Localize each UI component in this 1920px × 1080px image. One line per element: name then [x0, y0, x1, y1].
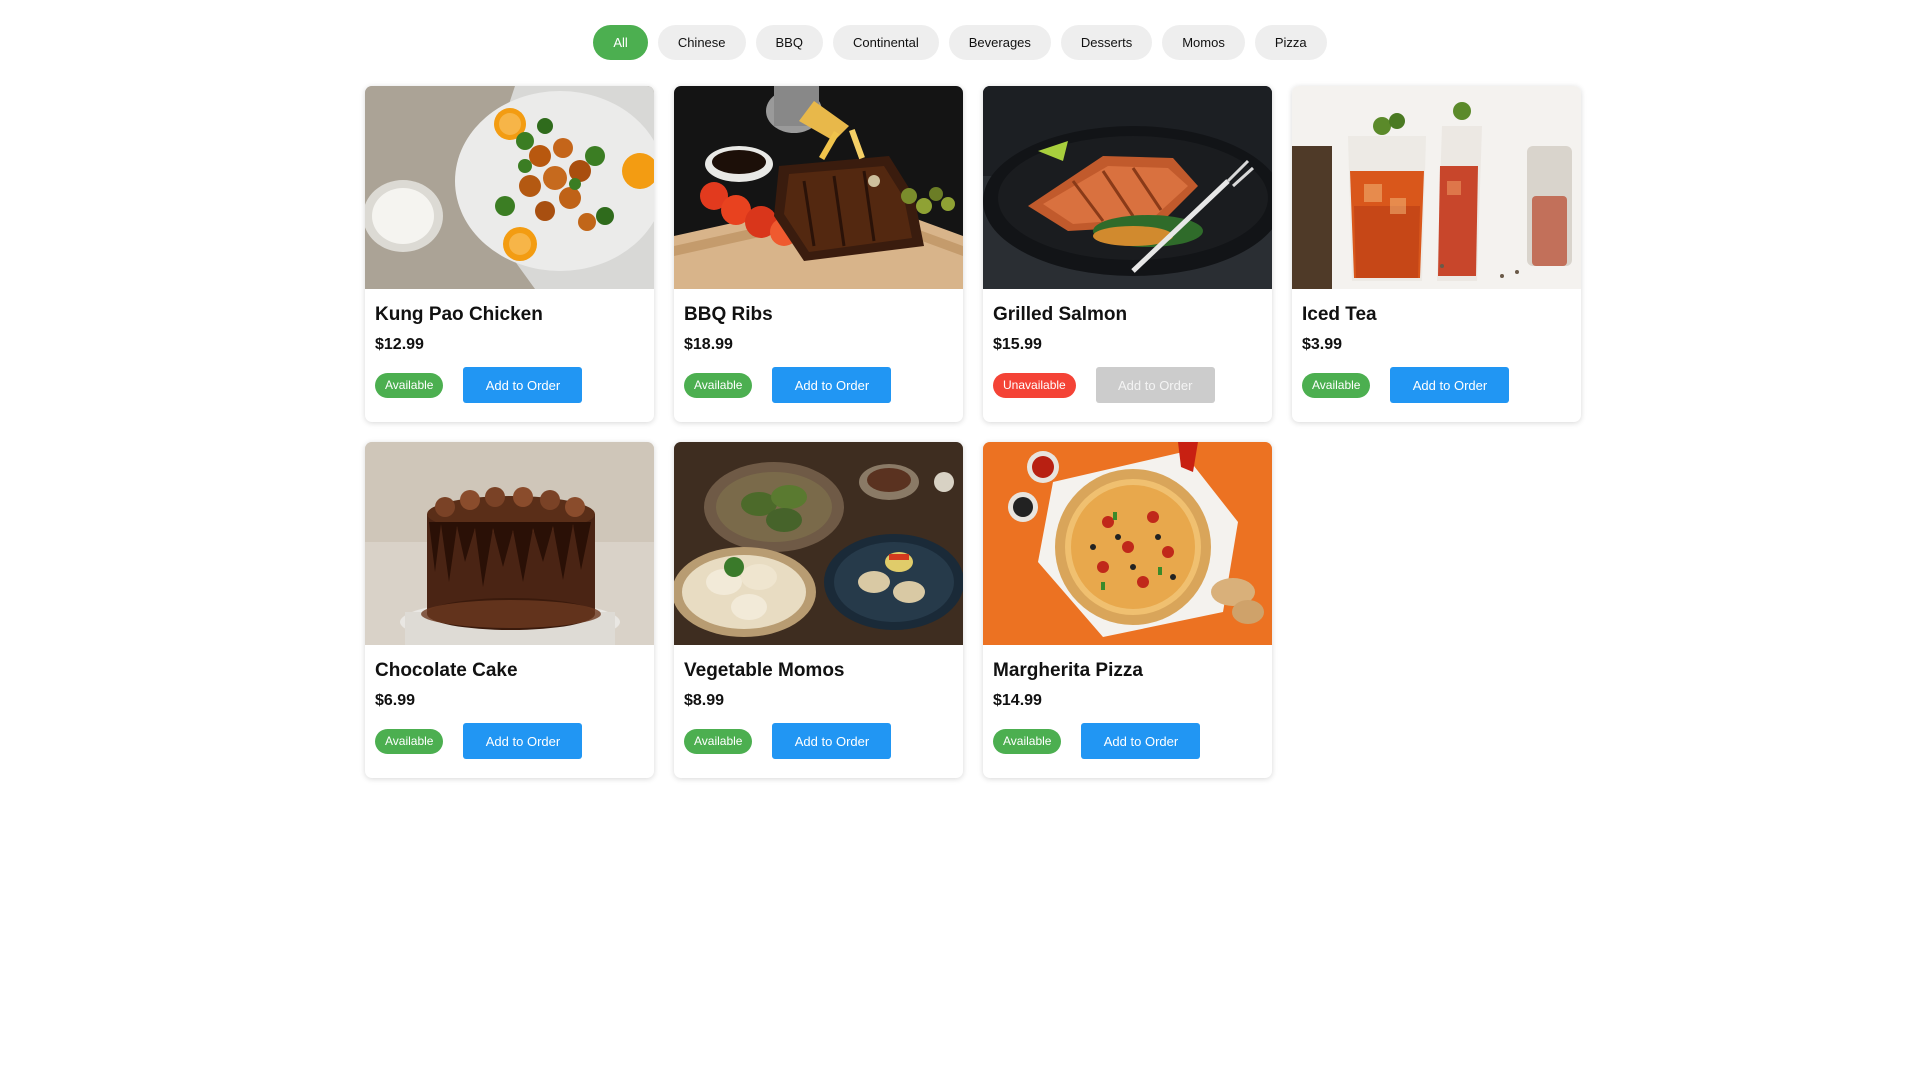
add-to-order-button[interactable]: Add to Order [1095, 367, 1215, 403]
filter-chip-momos[interactable]: Momos [1162, 25, 1245, 60]
chocolate-cake-photo [365, 442, 654, 645]
filter-chip-pizza[interactable]: Pizza [1254, 25, 1327, 60]
kung-pao-chicken-photo [365, 86, 654, 289]
menu-item-card: Chocolate Cake $6.99 Available Add to Or… [365, 442, 654, 778]
margherita-pizza-photo [983, 442, 1272, 645]
availability-badge: Unavailable [993, 372, 1076, 398]
filter-chip-chinese[interactable]: Chinese [657, 25, 746, 60]
category-filter-bar: All Chinese BBQ Continental Beverages De… [0, 25, 1920, 60]
filter-chip-desserts[interactable]: Desserts [1060, 25, 1153, 60]
card-actions: Available Add to Order [684, 367, 953, 403]
menu-grid: Kung Pao Chicken $12.99 Available Add to… [365, 86, 1581, 778]
filter-chip-beverages[interactable]: Beverages [948, 25, 1051, 60]
dish-name: BBQ Ribs [684, 304, 773, 325]
card-actions: Available Add to Order [375, 367, 644, 403]
menu-item-card: Vegetable Momos $8.99 Available Add to O… [674, 442, 963, 778]
dish-price: $12.99 [375, 336, 424, 353]
menu-item-card: Kung Pao Chicken $12.99 Available Add to… [365, 86, 654, 422]
menu-item-card: Iced Tea $3.99 Available Add to Order [1292, 86, 1581, 422]
dish-name: Grilled Salmon [993, 304, 1128, 325]
card-actions: Available Add to Order [993, 723, 1262, 759]
dish-name: Vegetable Momos [684, 660, 845, 681]
dish-price: $6.99 [375, 692, 416, 709]
add-to-order-button[interactable]: Add to Order [463, 723, 583, 759]
availability-badge: Available [1302, 372, 1371, 398]
availability-badge: Available [993, 728, 1062, 754]
dish-price: $3.99 [1302, 336, 1343, 353]
dish-name: Chocolate Cake [375, 660, 518, 681]
card-actions: Available Add to Order [375, 723, 644, 759]
bbq-ribs-photo [674, 86, 963, 289]
card-actions: Available Add to Order [684, 723, 953, 759]
dish-price: $15.99 [993, 336, 1042, 353]
iced-tea-photo [1292, 86, 1581, 289]
availability-badge: Available [684, 728, 753, 754]
add-to-order-button[interactable]: Add to Order [772, 723, 892, 759]
menu-page: All Chinese BBQ Continental Beverages De… [0, 0, 1920, 1080]
menu-item-card: Grilled Salmon $15.99 Unavailable Add to… [983, 86, 1272, 422]
dish-name: Iced Tea [1302, 304, 1377, 325]
filter-chip-all[interactable]: All [593, 25, 648, 60]
dish-price: $8.99 [684, 692, 725, 709]
add-to-order-button[interactable]: Add to Order [463, 367, 583, 403]
availability-badge: Available [375, 728, 444, 754]
filter-chip-bbq[interactable]: BBQ [755, 25, 823, 60]
filter-chip-continental[interactable]: Continental [832, 25, 939, 60]
grilled-salmon-photo [983, 86, 1272, 289]
add-to-order-button[interactable]: Add to Order [1081, 723, 1201, 759]
availability-badge: Available [684, 372, 753, 398]
menu-item-card: Margherita Pizza $14.99 Available Add to… [983, 442, 1272, 778]
card-actions: Unavailable Add to Order [993, 367, 1262, 403]
dish-name: Kung Pao Chicken [375, 304, 543, 325]
availability-badge: Available [375, 372, 444, 398]
add-to-order-button[interactable]: Add to Order [772, 367, 892, 403]
menu-item-card: BBQ Ribs $18.99 Available Add to Order [674, 86, 963, 422]
vegetable-momos-photo [674, 442, 963, 645]
card-actions: Available Add to Order [1302, 367, 1571, 403]
dish-price: $14.99 [993, 692, 1042, 709]
dish-price: $18.99 [684, 336, 733, 353]
dish-name: Margherita Pizza [993, 660, 1143, 681]
add-to-order-button[interactable]: Add to Order [1390, 367, 1510, 403]
